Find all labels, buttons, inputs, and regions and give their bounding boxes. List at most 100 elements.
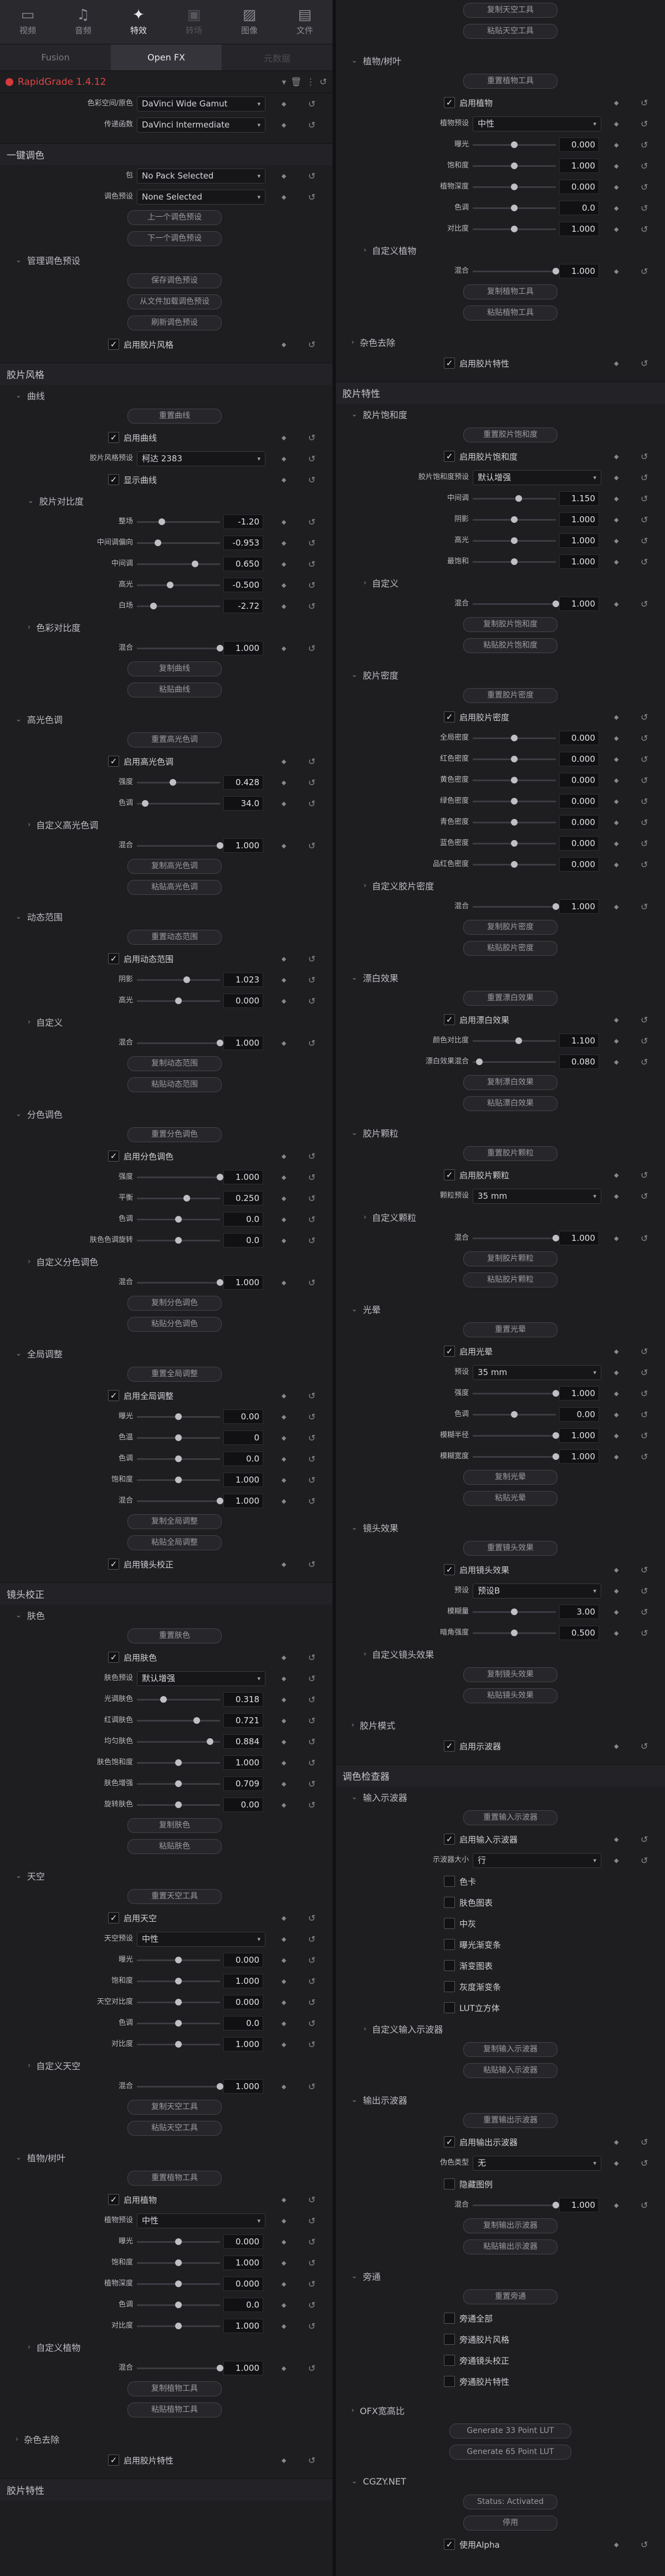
slider-track[interactable] [473, 2202, 559, 2208]
chevron-right-icon[interactable]: › [351, 2406, 354, 2415]
value-field[interactable]: 1.000 [559, 222, 599, 236]
reset-icon[interactable]: ↺ [641, 557, 648, 567]
keyframe-icon[interactable]: ◆ [282, 2302, 286, 2309]
action-button[interactable]: Status: Activated [463, 2494, 557, 2509]
reset-icon[interactable]: ↺ [308, 1475, 315, 1485]
slider-knob[interactable] [167, 582, 173, 588]
action-button[interactable]: 重置全局调整 [127, 1367, 222, 1382]
value-field[interactable]: 0.000 [559, 794, 599, 808]
reset-icon[interactable]: ↺ [308, 996, 315, 1006]
checkbox-wrap[interactable]: ✓ 启用高光色调 [108, 755, 173, 767]
checkbox-wrap[interactable]: 旁通胶片风格 [444, 2333, 509, 2345]
value-field[interactable]: 3.00 [559, 1605, 599, 1619]
checkbox-wrap[interactable]: 旁通镜头校正 [444, 2354, 509, 2366]
slider-track[interactable] [137, 1174, 223, 1180]
section-header[interactable]: 调色检查器 [336, 1764, 665, 1786]
action-button[interactable]: 重置胶片颗粒 [463, 1146, 557, 1161]
reset-icon[interactable]: ↺ [308, 975, 315, 985]
checkbox[interactable]: ✓ [444, 1740, 455, 1752]
slider-knob[interactable] [175, 1413, 182, 1420]
checkbox[interactable]: ✓ [108, 432, 119, 443]
checkbox-wrap[interactable]: ✓ 启用输出示波器 [444, 2136, 518, 2148]
slider-knob[interactable] [511, 840, 518, 847]
reset-icon[interactable]: ↺ [641, 493, 648, 504]
reset-icon[interactable]: ↺ [308, 1673, 315, 1684]
slider-knob[interactable] [175, 2041, 182, 2048]
slider-knob[interactable] [175, 1978, 182, 1984]
value-field[interactable]: 0 [223, 1430, 263, 1445]
slider-track[interactable] [473, 1037, 556, 1044]
group-header[interactable]: ⌄ 输入示波器 [336, 1786, 665, 1808]
action-button[interactable]: 复制全局调整 [127, 1514, 222, 1529]
group-header[interactable]: ⌄ 胶片颗粒 [336, 1122, 665, 1143]
value-field[interactable]: 1.000 [223, 838, 263, 853]
slider-knob[interactable] [175, 2259, 182, 2266]
reset-plugin-icon[interactable]: ↺ [320, 77, 327, 87]
slider-track[interactable] [473, 1411, 556, 1418]
value-field[interactable]: 1.000 [559, 264, 599, 278]
reset-icon[interactable]: ↺ [308, 517, 315, 527]
chevron-down-icon[interactable]: ⌄ [351, 1305, 357, 1314]
slider-knob[interactable] [175, 1216, 182, 1223]
slider-track[interactable] [137, 582, 220, 588]
action-button[interactable]: 重置旁通 [463, 2289, 557, 2304]
slider-knob[interactable] [511, 537, 518, 544]
chevron-down-icon[interactable]: ⌄ [351, 2477, 357, 2486]
slider-knob[interactable] [217, 1279, 223, 1286]
chevron-down-icon[interactable]: ⌄ [16, 1872, 22, 1880]
value-field[interactable]: 1.000 [223, 2037, 263, 2051]
checkbox[interactable] [444, 1939, 455, 1950]
keyframe-icon[interactable]: ◆ [614, 1743, 618, 1750]
group-header[interactable]: › 自定义输入示波器 [336, 2018, 665, 2039]
keyframe-icon[interactable]: ◆ [282, 121, 286, 129]
slider-track[interactable] [473, 226, 556, 232]
reset-icon[interactable]: ↺ [641, 1586, 648, 1596]
slider-knob[interactable] [158, 518, 165, 525]
reset-icon[interactable]: ↺ [308, 2018, 315, 2029]
checkbox-wrap[interactable]: ✓ 启用胶片特性 [444, 357, 509, 369]
group-header[interactable]: ⌄ 全局调整 [0, 1343, 332, 1364]
group-header[interactable]: ⌄ 植物/树叶 [0, 2147, 332, 2168]
action-button[interactable]: 粘贴动态范围 [127, 1077, 222, 1092]
group-header[interactable]: ⌄ 胶片密度 [336, 664, 665, 685]
slider-knob[interactable] [553, 268, 559, 274]
reset-icon[interactable]: ↺ [308, 1934, 315, 1944]
slider-knob[interactable] [169, 779, 176, 786]
reset-icon[interactable]: ↺ [308, 2300, 315, 2310]
slider-track[interactable] [137, 539, 220, 546]
value-field[interactable]: 1.000 [223, 2319, 263, 2333]
reset-icon[interactable]: ↺ [308, 559, 315, 569]
chevron-right-icon[interactable]: › [28, 1018, 30, 1026]
group-header[interactable]: ⌄ 胶片饱和度 [336, 404, 665, 425]
checkbox-wrap[interactable]: ✓ 启用植物 [108, 2193, 157, 2206]
reset-icon[interactable]: ↺ [641, 182, 648, 192]
slider-knob[interactable] [217, 645, 223, 651]
keyframe-icon[interactable]: ◆ [614, 1235, 618, 1242]
group-header[interactable]: ⌄ 镜头效果 [336, 1517, 665, 1538]
checkbox[interactable] [444, 2334, 455, 2345]
slider-knob[interactable] [175, 1957, 182, 1963]
slider-knob[interactable] [217, 1174, 223, 1180]
section-header[interactable]: 镜头校正 [0, 1582, 332, 1605]
value-field[interactable]: 1.000 [223, 1755, 263, 1770]
trash-icon[interactable]: 🗑 [290, 77, 301, 87]
value-field[interactable]: 1.000 [223, 1170, 263, 1184]
reset-icon[interactable]: ↺ [308, 643, 315, 654]
dropdown[interactable]: DaVinci Intermediate ▾ [137, 118, 265, 133]
checkbox[interactable]: ✓ [444, 1169, 455, 1180]
action-button[interactable]: 粘贴全局调整 [127, 1535, 222, 1550]
group-header[interactable]: › 自定义镜头效果 [336, 1643, 665, 1664]
section-header[interactable]: 胶片风格 [0, 363, 332, 385]
group-header[interactable]: › 自定义高光色调 [0, 814, 332, 835]
chevron-down-icon[interactable]: ⌄ [351, 2096, 357, 2104]
keyframe-icon[interactable]: ◆ [282, 1780, 286, 1788]
checkbox[interactable] [444, 2178, 455, 2190]
keyframe-icon[interactable]: ◆ [614, 798, 618, 805]
group-header[interactable]: › 自定义植物 [336, 240, 665, 261]
slider-knob[interactable] [183, 976, 190, 983]
value-field[interactable]: 1.000 [223, 1974, 263, 1988]
keyframe-icon[interactable]: ◆ [614, 1172, 618, 1179]
keyframe-icon[interactable]: ◆ [282, 2323, 286, 2330]
reset-icon[interactable]: ↺ [641, 515, 648, 525]
group-header[interactable]: ⌄ 分色调色 [0, 1103, 332, 1124]
